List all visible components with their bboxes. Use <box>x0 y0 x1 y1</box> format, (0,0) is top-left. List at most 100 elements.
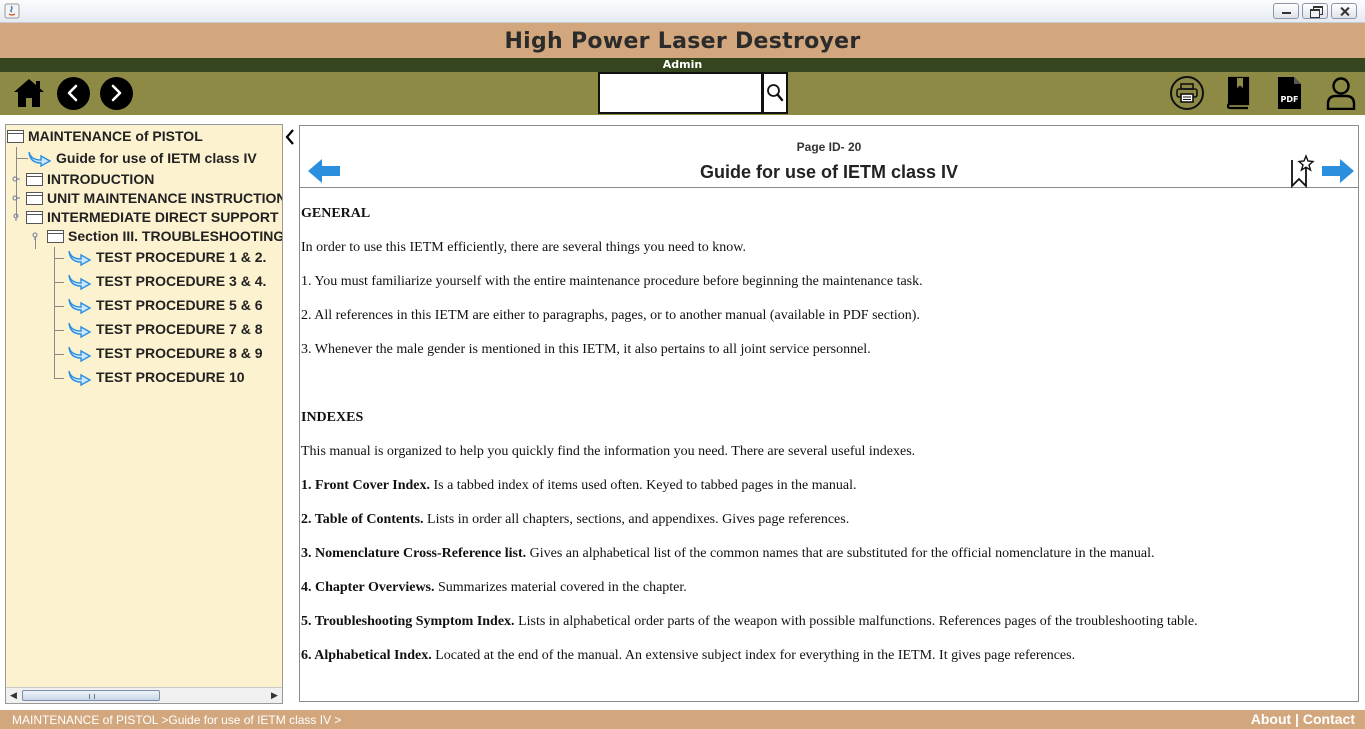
tree-label: MAINTENANCE of PISTOL <box>28 128 203 144</box>
tree-item-test-procedure[interactable]: TEST PROCEDURE 3 & 4. <box>67 271 266 291</box>
app-header: High Power Laser Destroyer <box>0 23 1365 58</box>
previous-page-arrow-icon[interactable] <box>306 156 342 186</box>
navigation-tree: MAINTENANCE of PISTOL Guide for use of I… <box>5 124 283 704</box>
search-button[interactable] <box>763 72 788 114</box>
search-icon <box>767 84 784 102</box>
expand-toggle-icon[interactable] <box>12 175 20 183</box>
next-page-arrow-icon[interactable] <box>1320 156 1356 186</box>
page-id: Page ID- 20 <box>796 140 862 154</box>
page-link-icon <box>68 274 92 290</box>
back-button[interactable] <box>55 75 91 111</box>
section-heading: INDEXES <box>301 410 364 425</box>
index-term: 4. Chapter Overviews. <box>301 580 435 595</box>
footer-separator: | <box>1291 711 1303 727</box>
tree-label: INTRODUCTION <box>47 171 155 187</box>
index-entry: 6. Alphabetical Index. Located at the en… <box>301 648 1075 664</box>
index-desc: Lists in alphabetical order parts of the… <box>514 614 1198 629</box>
pdf-icon: PDF <box>1278 77 1301 109</box>
section-heading: GENERAL <box>301 206 371 221</box>
close-button[interactable] <box>1331 3 1357 19</box>
tree-item-test-procedure[interactable]: TEST PROCEDURE 7 & 8 <box>67 319 262 339</box>
tree-item-introduction[interactable]: INTRODUCTION <box>26 169 154 189</box>
tree-item-test-procedure[interactable]: TEST PROCEDURE 10 <box>67 367 245 387</box>
tree-item-troubleshooting[interactable]: Section III. TROUBLESHOOTING <box>47 226 282 246</box>
index-desc: Lists in order all chapters, sections, a… <box>423 512 850 527</box>
forward-button[interactable] <box>98 75 134 111</box>
book-icon <box>1226 76 1250 110</box>
tree-item-guide[interactable]: Guide for use of IETM class IV <box>27 148 257 168</box>
tree-label: TEST PROCEDURE 7 & 8 <box>96 321 263 337</box>
print-button[interactable] <box>1169 75 1205 111</box>
printer-icon <box>1176 83 1198 103</box>
expand-toggle-icon[interactable] <box>12 194 20 202</box>
tree-label: UNIT MAINTENANCE INSTRUCTION <box>47 190 283 206</box>
page-link-icon <box>68 298 92 314</box>
index-desc: Gives an alphabetical list of the common… <box>526 546 1155 561</box>
folder-icon <box>47 229 64 243</box>
user-button[interactable] <box>1323 75 1359 111</box>
breadcrumb: MAINTENANCE of PISTOL >Guide for use of … <box>12 713 342 727</box>
tree-label: TEST PROCEDURE 10 <box>96 369 245 385</box>
index-entry: 2. Table of Contents. Lists in order all… <box>301 512 849 528</box>
content-header: Page ID- 20 Guide for use of IETM class … <box>300 126 1358 188</box>
scrollbar-thumb[interactable] <box>22 690 160 701</box>
sidebar-horizontal-scrollbar[interactable]: ◀ ▶ <box>6 687 282 703</box>
index-desc: Is a tabbed index of items used often. K… <box>429 478 857 493</box>
collapse-sidebar-button[interactable] <box>283 126 297 148</box>
search-input[interactable] <box>598 72 763 114</box>
window-titlebar <box>0 0 1365 23</box>
status-bar: MAINTENANCE of PISTOL >Guide for use of … <box>0 710 1365 729</box>
index-entry: 5. Troubleshooting Symptom Index. Lists … <box>301 614 1198 630</box>
about-link[interactable]: About <box>1251 711 1291 727</box>
tree-item-test-procedure[interactable]: TEST PROCEDURE 1 & 2. <box>67 247 266 267</box>
pdf-button[interactable]: PDF <box>1271 75 1307 111</box>
folder-icon <box>26 210 43 224</box>
tree-item-intermediate-support[interactable]: INTERMEDIATE DIRECT SUPPORT I <box>26 207 282 227</box>
chevron-left-icon <box>285 129 294 145</box>
paragraph: 2. All references in this IETM are eithe… <box>301 308 920 323</box>
minimize-button[interactable] <box>1273 3 1299 19</box>
user-icon <box>1326 77 1356 110</box>
scroll-left-icon[interactable]: ◀ <box>6 688 21 703</box>
home-icon <box>14 79 44 107</box>
index-term: 5. Troubleshooting Symptom Index. <box>301 614 515 629</box>
scroll-right-icon[interactable]: ▶ <box>267 688 282 703</box>
index-term: 6. Alphabetical Index. <box>301 648 432 663</box>
java-icon <box>4 3 20 19</box>
home-button[interactable] <box>11 75 47 111</box>
tree-item-unit-maintenance[interactable]: UNIT MAINTENANCE INSTRUCTION <box>26 188 283 208</box>
bookmark-icon[interactable] <box>1289 154 1315 188</box>
folder-icon <box>26 172 43 186</box>
app-title: High Power Laser Destroyer <box>504 29 861 54</box>
index-entry: 3. Nomenclature Cross-Reference list. Gi… <box>301 546 1155 562</box>
manual-button[interactable] <box>1220 75 1256 111</box>
page-title: Guide for use of IETM class IV <box>699 162 959 182</box>
tree-root[interactable]: MAINTENANCE of PISTOL <box>7 126 203 146</box>
index-term: 3. Nomenclature Cross-Reference list. <box>301 546 527 561</box>
toolbar: PDF <box>0 72 1365 115</box>
svg-text:PDF: PDF <box>1281 95 1299 104</box>
paragraph: In order to use this IETM efficiently, t… <box>301 240 747 255</box>
index-term: 2. Table of Contents. <box>301 512 424 527</box>
collapse-toggle-icon[interactable] <box>31 232 39 240</box>
tree-item-test-procedure[interactable]: TEST PROCEDURE 8 & 9 <box>67 343 262 363</box>
tree-item-test-procedure[interactable]: TEST PROCEDURE 5 & 6 <box>67 295 262 315</box>
page-link-icon <box>68 250 92 266</box>
footer-links: About | Contact <box>1251 711 1355 727</box>
collapse-toggle-icon[interactable] <box>12 213 20 221</box>
index-entry: 1. Front Cover Index. Is a tabbed index … <box>301 478 856 494</box>
contact-link[interactable]: Contact <box>1303 711 1355 727</box>
user-label: Admin <box>662 58 703 71</box>
page-link-icon <box>68 346 92 362</box>
content-panel: Page ID- 20 Guide for use of IETM class … <box>299 125 1359 702</box>
tree-label: TEST PROCEDURE 8 & 9 <box>96 345 263 361</box>
index-desc: Located at the end of the manual. An ext… <box>431 648 1076 663</box>
paragraph: 1. You must familiarize yourself with th… <box>301 274 923 289</box>
restore-button[interactable] <box>1302 3 1328 19</box>
index-entry: 4. Chapter Overviews. Summarizes materia… <box>301 580 687 596</box>
tree-label: Guide for use of IETM class IV <box>56 150 257 166</box>
page-link-icon <box>28 151 52 167</box>
page-link-icon <box>68 370 92 386</box>
folder-icon <box>7 129 24 143</box>
tree-label: TEST PROCEDURE 3 & 4. <box>96 273 267 289</box>
